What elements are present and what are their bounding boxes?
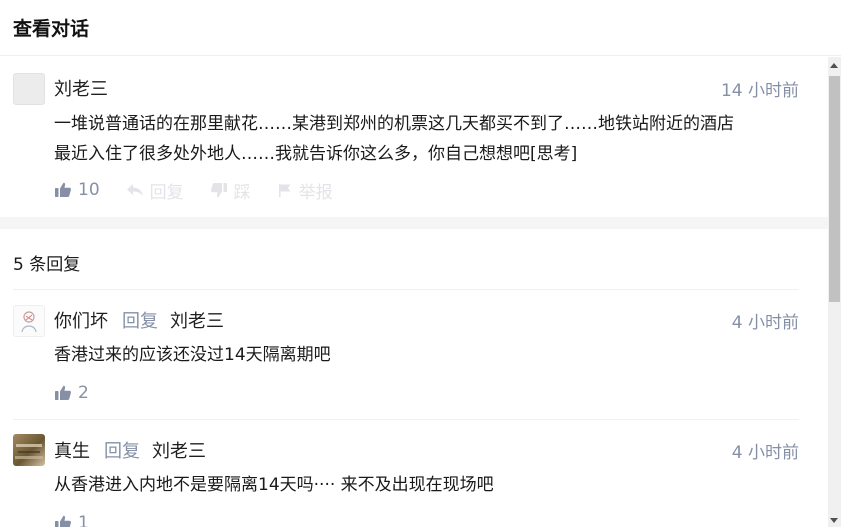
- like-button[interactable]: 1: [54, 513, 89, 527]
- scroll-down-arrow-icon[interactable]: [830, 518, 838, 523]
- divider: [13, 419, 799, 420]
- thumb-up-icon: [55, 515, 71, 527]
- reply-button[interactable]: 回复: [126, 178, 184, 203]
- comment-time: 4 小时前: [731, 312, 799, 333]
- comment-line: 最近入住了很多处外地人……我就告诉你这么多，你自己想想吧[思考]: [54, 144, 578, 164]
- comment-text: 从香港进入内地不是要隔离14天吗···· 来不及出现在现场吧: [54, 475, 494, 495]
- avatar[interactable]: [13, 73, 45, 105]
- vertical-scrollbar[interactable]: [828, 57, 841, 527]
- reply-indicator: 回复: [122, 311, 158, 332]
- dialog-header: 查看对话: [0, 0, 841, 56]
- divider: [13, 289, 799, 290]
- avatar[interactable]: [13, 434, 45, 466]
- avatar-photo-image: [15, 444, 43, 459]
- like-button[interactable]: 2: [54, 383, 89, 403]
- comment-line: 一堆说普通话的在那里献花……某港到郑州的机票这几天都买不到了……地铁站附近的酒店: [54, 114, 734, 134]
- comment-content: 从香港进入内地不是要隔离14天吗···· 来不及出现在现场吧: [54, 470, 799, 500]
- replies-count-title: 5 条回复: [13, 255, 81, 275]
- comment-text: 香港过来的应该还没过14天隔离期吧: [54, 345, 331, 365]
- thumb-up-icon: [55, 385, 71, 400]
- comment-actions: 1: [54, 511, 115, 527]
- scrollbar-thumb[interactable]: [829, 76, 840, 302]
- comment-meta: 真生 回复 刘老三 4 小时前: [54, 436, 799, 464]
- reply-indicator: 回复: [104, 441, 140, 462]
- like-count: 2: [78, 383, 89, 403]
- report-label: 举报: [298, 182, 333, 203]
- avatar[interactable]: [13, 305, 45, 337]
- conversation-scroll-area[interactable]: 刘老三 14 小时前 一堆说普通话的在那里献花……某港到郑州的机票这几天都买不到…: [0, 57, 828, 527]
- comment-content: 一堆说普通话的在那里献花……某港到郑州的机票这几天都买不到了……地铁站附近的酒店…: [54, 109, 799, 169]
- like-count: 1: [78, 513, 89, 527]
- dislike-label: 踩: [233, 182, 251, 203]
- comment-content: 香港过来的应该还没过14天隔离期吧: [54, 340, 799, 370]
- reply-arrow-icon: [126, 184, 143, 196]
- reply-target-author[interactable]: 刘老三: [152, 437, 206, 463]
- comment-author[interactable]: 你们坏: [54, 307, 108, 333]
- dislike-button[interactable]: 踩: [210, 178, 251, 203]
- like-button[interactable]: 10: [54, 180, 100, 200]
- comment-time: 14 小时前: [720, 80, 799, 101]
- report-button[interactable]: 举报: [277, 178, 333, 203]
- comment-author[interactable]: 真生: [54, 437, 90, 463]
- thumb-down-icon: [210, 183, 227, 198]
- avatar-sketch-image: [21, 311, 37, 333]
- comment-author[interactable]: 刘老三: [54, 75, 108, 101]
- like-count: 10: [78, 180, 100, 200]
- flag-icon: [278, 184, 291, 197]
- scroll-up-arrow-icon[interactable]: [830, 63, 838, 68]
- comment-time: 4 小时前: [731, 442, 799, 463]
- dialog-title: 查看对话: [13, 18, 90, 40]
- comment-meta: 刘老三 14 小时前: [54, 74, 799, 102]
- thumb-up-icon: [55, 182, 71, 197]
- section-divider: [0, 217, 828, 229]
- reply-label: 回复: [149, 182, 184, 203]
- comment-actions: 2: [54, 381, 115, 405]
- comment-meta: 你们坏 回复 刘老三 4 小时前: [54, 306, 799, 334]
- reply-target-author[interactable]: 刘老三: [170, 307, 224, 333]
- comment-actions: 10 回复 踩 举报: [54, 178, 359, 203]
